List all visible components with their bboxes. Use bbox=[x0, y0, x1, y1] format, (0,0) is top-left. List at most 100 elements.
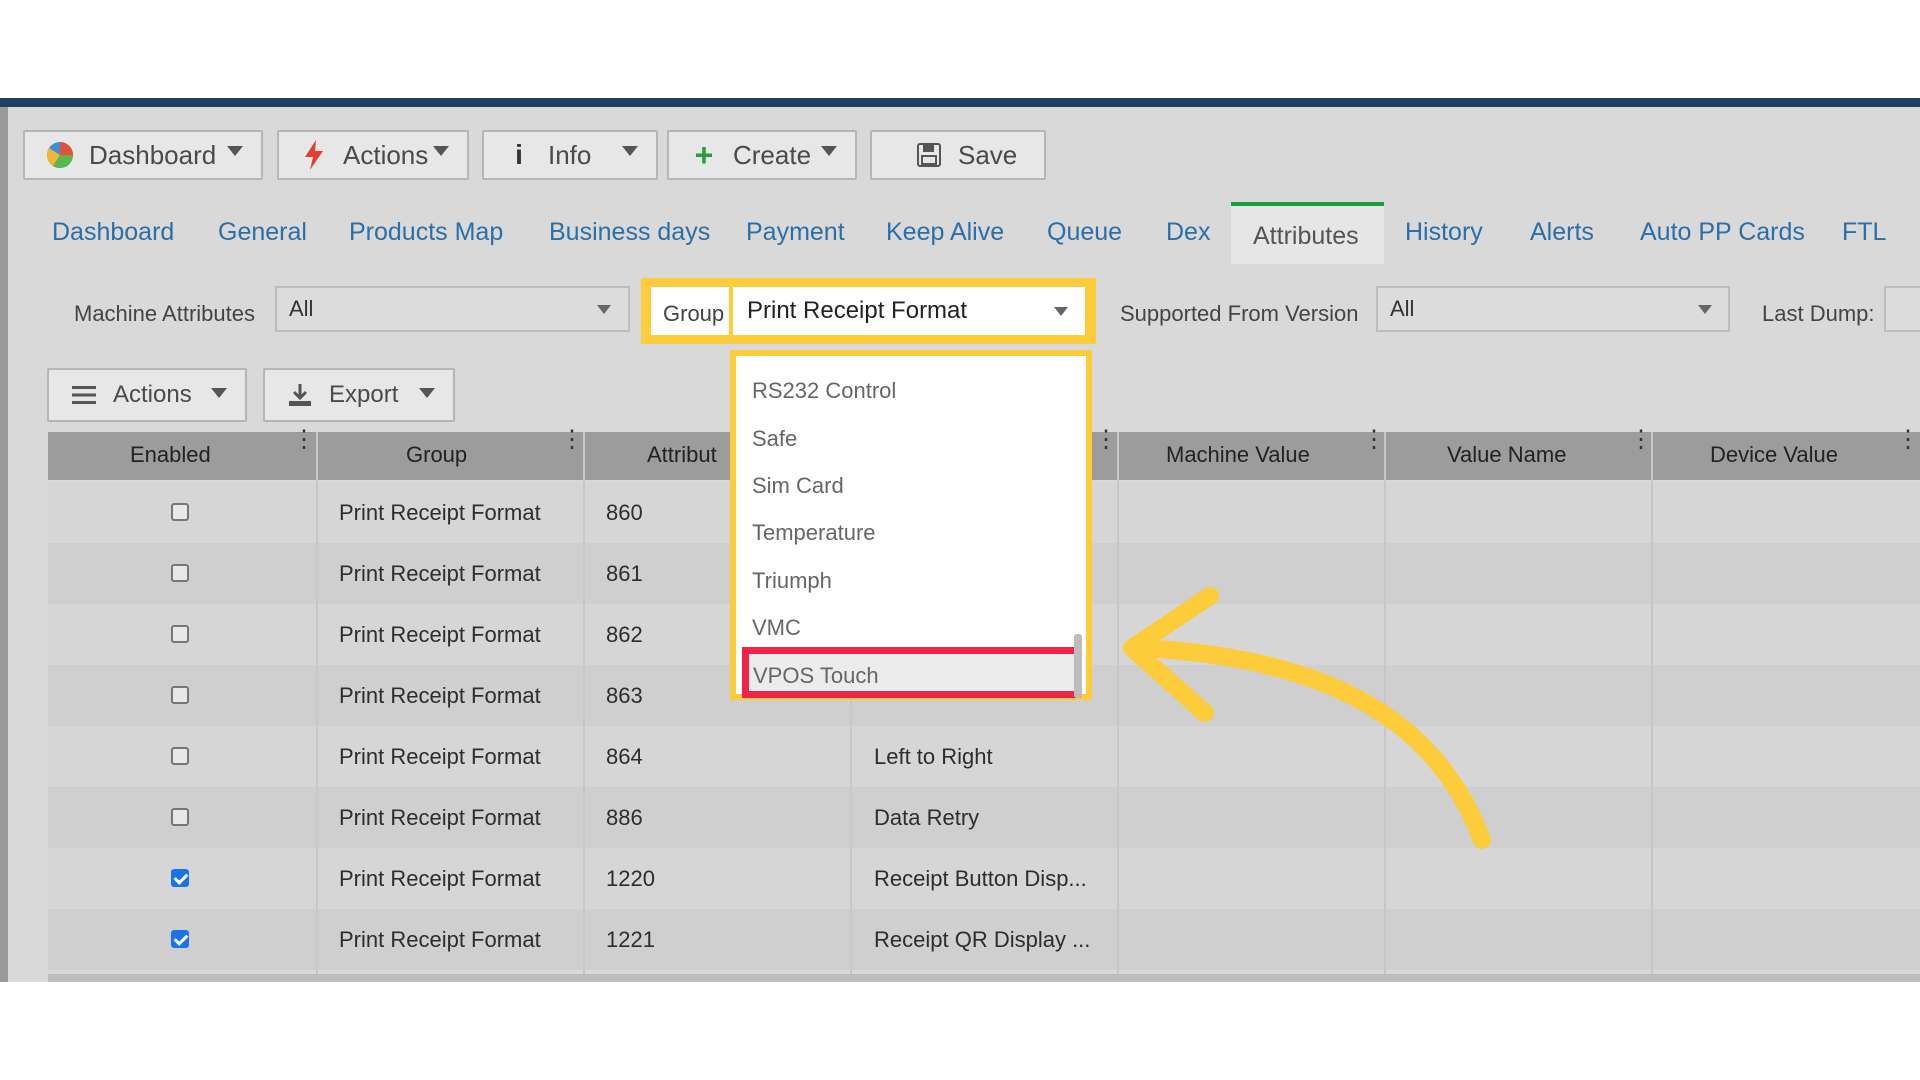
dropdown-arrow-icon bbox=[1054, 307, 1068, 316]
create-menu-label: Create bbox=[733, 139, 812, 170]
info-icon: i bbox=[515, 139, 523, 170]
last-dump-label: Last Dump: bbox=[1762, 301, 1875, 326]
tab-queue[interactable]: Queue bbox=[1047, 218, 1122, 247]
cell-attribute: 860 bbox=[606, 500, 643, 525]
cell-attribute: 1220 bbox=[606, 866, 655, 891]
column-menu-icon[interactable]: ⋮ bbox=[1629, 428, 1653, 452]
cell-attribute: 1221 bbox=[606, 927, 655, 952]
column-header-attribute[interactable]: Attribut bbox=[647, 442, 717, 468]
enabled-checkbox[interactable] bbox=[171, 869, 189, 887]
create-menu-button[interactable]: + Create bbox=[667, 130, 857, 180]
cell-attribute: 886 bbox=[606, 805, 643, 830]
dropdown-scrollbar[interactable] bbox=[1074, 634, 1082, 698]
tab-keep-alive[interactable]: Keep Alive bbox=[886, 218, 1004, 247]
top-accent-bar bbox=[0, 98, 1920, 107]
column-divider bbox=[583, 432, 585, 982]
pie-chart-icon bbox=[43, 138, 77, 172]
tab-ftl[interactable]: FTL bbox=[1842, 218, 1886, 247]
cell-group: Print Receipt Format bbox=[339, 805, 541, 830]
column-menu-icon[interactable]: ⋮ bbox=[1362, 428, 1386, 452]
tab-alerts[interactable]: Alerts bbox=[1530, 218, 1594, 247]
tab-dashboard[interactable]: Dashboard bbox=[52, 218, 174, 247]
group-dropdown-list: RS232 Control Safe Sim Card Temperature … bbox=[730, 350, 1092, 700]
column-menu-icon[interactable]: ⋮ bbox=[560, 428, 584, 452]
group-select-value: Print Receipt Format bbox=[747, 297, 968, 324]
column-menu-icon[interactable]: ⋮ bbox=[1896, 428, 1920, 452]
plus-icon: + bbox=[694, 136, 714, 173]
cell-attribute: 863 bbox=[606, 683, 643, 708]
column-header-machine-value[interactable]: Machine Value bbox=[1166, 442, 1310, 468]
dropdown-option[interactable]: Safe bbox=[752, 426, 797, 452]
tab-products-map[interactable]: Products Map bbox=[349, 218, 503, 247]
dropdown-option[interactable]: VMC bbox=[752, 615, 801, 641]
tab-business-days[interactable]: Business days bbox=[549, 218, 710, 247]
supported-from-version-select[interactable]: All bbox=[1376, 286, 1730, 332]
table-row[interactable]: Print Receipt Format 1220 Receipt Button D… bbox=[48, 848, 1920, 909]
enabled-checkbox[interactable] bbox=[171, 686, 189, 704]
actions-menu-label: Actions bbox=[343, 139, 429, 170]
column-header-group[interactable]: Group bbox=[406, 442, 467, 468]
export-button[interactable]: Export bbox=[263, 368, 455, 422]
dropdown-option-highlighted[interactable]: VPOS Touch bbox=[742, 647, 1081, 698]
enabled-checkbox[interactable] bbox=[171, 747, 189, 765]
cell-attribute: 864 bbox=[606, 744, 643, 769]
tab-history[interactable]: History bbox=[1405, 218, 1483, 247]
table-row[interactable]: Print Receipt Format 1221 Receipt QR Displ… bbox=[48, 909, 1920, 970]
dropdown-arrow-icon bbox=[1698, 305, 1712, 314]
tab-payment[interactable]: Payment bbox=[746, 218, 845, 247]
info-menu-button[interactable]: i Info bbox=[482, 130, 658, 180]
dropdown-option[interactable]: RS232 Control bbox=[752, 378, 896, 404]
cell-attribute-name: Left to Right bbox=[874, 744, 993, 769]
grid-actions-button[interactable]: Actions bbox=[47, 368, 247, 422]
enabled-checkbox[interactable] bbox=[171, 808, 189, 826]
cell-group: Print Receipt Format bbox=[339, 500, 541, 525]
enabled-checkbox[interactable] bbox=[171, 625, 189, 643]
enabled-checkbox[interactable] bbox=[171, 930, 189, 948]
save-button[interactable]: Save bbox=[870, 130, 1046, 180]
machine-attributes-select[interactable]: All bbox=[275, 286, 630, 332]
table-row[interactable]: Print Receipt Format 864 Left to Right bbox=[48, 726, 1920, 787]
tab-attributes[interactable]: Attributes bbox=[1253, 222, 1359, 251]
column-menu-icon[interactable]: ⋮ bbox=[1094, 428, 1118, 452]
app-screenshot: Dashboard Actions i Info + Create Save D… bbox=[0, 98, 1920, 982]
dropdown-option[interactable]: Triumph bbox=[752, 568, 832, 594]
chevron-down-icon bbox=[211, 388, 227, 398]
group-label: Group bbox=[663, 301, 725, 326]
chevron-down-icon bbox=[622, 146, 638, 156]
cell-attribute: 862 bbox=[606, 622, 643, 647]
last-dump-field[interactable] bbox=[1884, 286, 1920, 332]
dropdown-option[interactable]: Temperature bbox=[752, 520, 876, 546]
column-header-value-name[interactable]: Value Name bbox=[1447, 442, 1566, 468]
dropdown-option-highlighted-label: VPOS Touch bbox=[753, 663, 879, 688]
chevron-down-icon bbox=[419, 388, 435, 398]
cell-group: Print Receipt Format bbox=[339, 561, 541, 586]
save-label: Save bbox=[958, 139, 1018, 170]
group-select[interactable]: Print Receipt Format bbox=[733, 287, 1085, 335]
supported-from-version-label: Supported From Version bbox=[1120, 301, 1359, 326]
grid-bottom-scrollbar[interactable] bbox=[48, 974, 1920, 982]
dashboard-menu-button[interactable]: Dashboard bbox=[23, 130, 263, 180]
table-row[interactable]: Print Receipt Format 886 Data Retry bbox=[48, 787, 1920, 848]
floppy-disk-icon bbox=[912, 138, 946, 172]
cell-group: Print Receipt Format bbox=[339, 683, 541, 708]
tab-dex[interactable]: Dex bbox=[1166, 218, 1210, 247]
hamburger-menu-icon bbox=[67, 378, 101, 412]
enabled-checkbox[interactable] bbox=[171, 564, 189, 582]
cell-group: Print Receipt Format bbox=[339, 927, 541, 952]
info-menu-label: Info bbox=[548, 139, 592, 170]
dropdown-arrow-icon bbox=[597, 305, 611, 314]
column-header-device-value[interactable]: Device Value bbox=[1710, 442, 1838, 468]
actions-menu-button[interactable]: Actions bbox=[277, 130, 469, 180]
tab-general[interactable]: General bbox=[218, 218, 307, 247]
dropdown-option[interactable]: Sim Card bbox=[752, 473, 844, 499]
callout-arrow-icon bbox=[1123, 587, 1491, 849]
column-menu-icon[interactable]: ⋮ bbox=[292, 428, 316, 452]
chevron-down-icon bbox=[821, 146, 837, 156]
tab-auto-pp-cards[interactable]: Auto PP Cards bbox=[1640, 218, 1805, 247]
grid-actions-label: Actions bbox=[113, 381, 192, 408]
dashboard-menu-label: Dashboard bbox=[89, 139, 217, 170]
enabled-checkbox[interactable] bbox=[171, 503, 189, 521]
cell-attribute-name: Data Retry bbox=[874, 805, 980, 830]
chevron-down-icon bbox=[433, 146, 449, 156]
column-header-enabled[interactable]: Enabled bbox=[130, 442, 211, 468]
